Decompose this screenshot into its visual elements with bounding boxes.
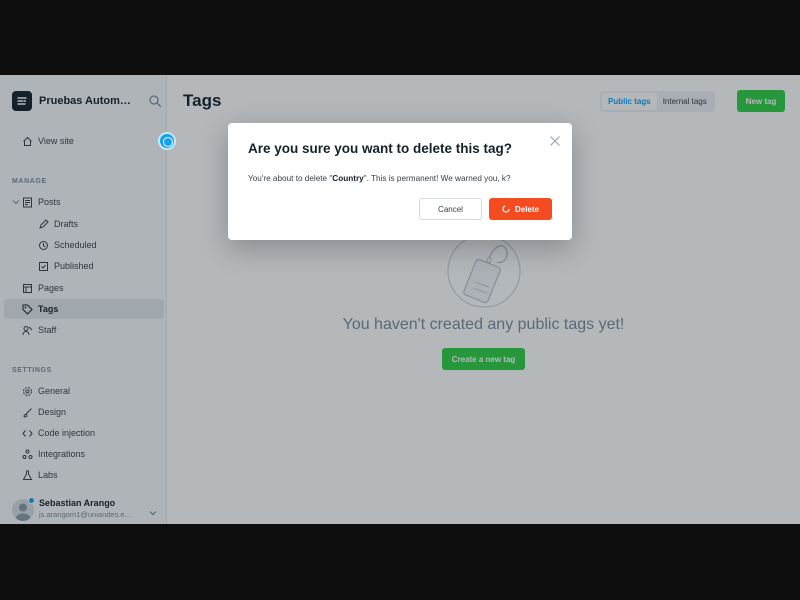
view-site-pulse-indicator [158,132,176,150]
tag-name: Country [332,174,364,183]
delete-button[interactable]: Delete [489,198,552,220]
delete-label: Delete [514,204,539,214]
cancel-button[interactable]: Cancel [419,198,482,220]
close-icon[interactable] [549,134,561,146]
letterbox-bottom [0,524,800,600]
letterbox-top [0,0,800,75]
message-prefix: You're about to delete " [248,174,333,183]
message-suffix: ". This is permanent! We warned you, k? [363,174,511,183]
modal-message: You're about to delete "Country". This i… [248,174,511,183]
cancel-label: Cancel [438,204,463,214]
loading-spinner-icon [502,205,510,213]
app-window: Pruebas Automati... View site MANAGE Pos… [0,75,800,524]
delete-tag-modal: Are you sure you want to delete this tag… [228,123,572,240]
modal-title: Are you sure you want to delete this tag… [248,141,513,156]
